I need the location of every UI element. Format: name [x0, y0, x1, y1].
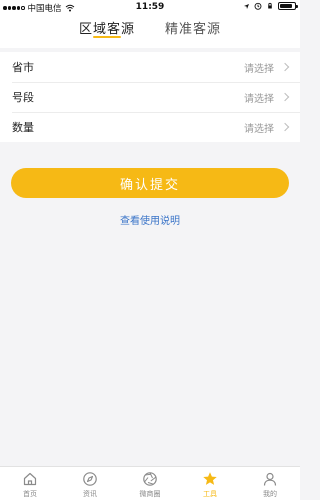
chevron-right-icon — [280, 62, 290, 72]
nav-label: 工具 — [203, 490, 217, 498]
bottom-nav: 首页 资讯 微商圈 工具 我的 — [0, 466, 300, 500]
chevron-right-icon — [280, 92, 290, 102]
quantity-value: 请选择 — [244, 123, 274, 135]
battery-fill — [280, 4, 293, 8]
nav-item-wechat-business-circle[interactable]: 微商圈 — [120, 467, 180, 500]
tab-label: 精准客源 — [165, 22, 222, 37]
nav-label: 我的 — [263, 490, 277, 498]
province-city-value: 请选择 — [244, 63, 274, 75]
active-tab-indicator — [92, 36, 121, 38]
nav-label: 首页 — [23, 490, 37, 498]
user-icon — [263, 472, 277, 486]
quantity-row[interactable]: 数量 请选择 — [0, 112, 300, 142]
number-segment-value: 请选择 — [244, 93, 274, 105]
nav-item-news[interactable]: 资讯 — [60, 467, 120, 500]
aperture-icon — [143, 472, 157, 486]
nav-item-home[interactable]: 首页 — [0, 467, 60, 500]
nav-item-me[interactable]: 我的 — [240, 467, 300, 500]
tab-regional-customers[interactable]: 区域客源 — [78, 14, 135, 38]
alarm-icon — [254, 2, 262, 10]
home-icon — [23, 472, 37, 486]
province-city-row[interactable]: 省市 请选择 — [0, 52, 300, 82]
battery-icon — [278, 2, 298, 10]
number-segment-row[interactable]: 号段 请选择 — [0, 82, 300, 112]
star-icon — [203, 472, 217, 485]
tab-precise-customers[interactable]: 精准客源 — [165, 14, 221, 37]
nav-item-tools[interactable]: 工具 — [180, 467, 240, 500]
status-right — [243, 2, 298, 10]
usage-instructions-link[interactable]: 查看使用说明 — [0, 212, 300, 227]
nav-label: 微商圈 — [139, 490, 161, 498]
submit-button[interactable]: 确认提交 — [11, 168, 289, 198]
chevron-right-icon — [280, 122, 290, 132]
compass-icon — [83, 472, 97, 486]
nav-label: 资讯 — [83, 490, 97, 498]
tab-label: 区域客源 — [78, 22, 135, 37]
province-city-label: 省市 — [12, 61, 34, 74]
orientation-lock-icon — [268, 2, 272, 9]
quantity-label: 数量 — [12, 121, 34, 134]
location-icon — [244, 3, 249, 9]
status-bar: 中国电信 11:59 — [0, 0, 300, 14]
number-segment-label: 号段 — [12, 91, 34, 104]
top-tabs: 区域客源 精准客源 — [0, 14, 300, 48]
selection-form: 省市 请选择 号段 请选择 数量 请选择 — [0, 52, 300, 142]
